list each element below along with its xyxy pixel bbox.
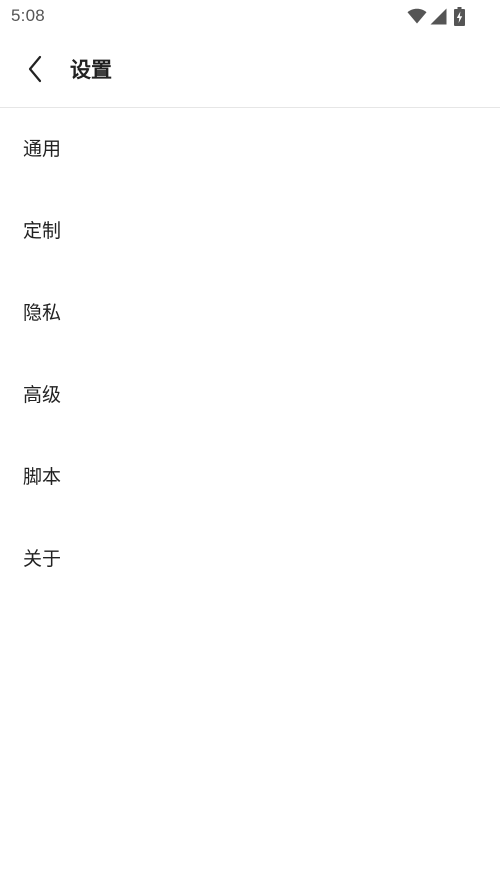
menu-item-privacy[interactable]: 隐私 — [0, 272, 500, 354]
back-button[interactable] — [14, 48, 56, 94]
menu-item-label: 通用 — [23, 138, 62, 160]
wifi-icon — [407, 8, 427, 24]
status-icons — [407, 6, 465, 26]
status-time: 5:08 — [11, 6, 45, 25]
settings-menu-list: 通用 定制 隐私 高级 脚本 关于 — [0, 108, 500, 600]
battery-charging-icon — [454, 6, 465, 26]
settings-screen: 5:08 设置 通用 定制 隐私 高级 脚本 关于 — [0, 0, 500, 889]
chevron-left-icon — [27, 55, 43, 87]
menu-item-customize[interactable]: 定制 — [0, 190, 500, 272]
menu-item-about[interactable]: 关于 — [0, 518, 500, 600]
page-title: 设置 — [70, 58, 112, 82]
menu-item-scripts[interactable]: 脚本 — [0, 436, 500, 518]
menu-item-label: 隐私 — [23, 302, 62, 324]
menu-item-label: 关于 — [23, 548, 62, 570]
menu-item-label: 定制 — [23, 220, 62, 242]
menu-item-advanced[interactable]: 高级 — [0, 354, 500, 436]
menu-item-general[interactable]: 通用 — [0, 108, 500, 190]
signal-icon — [430, 8, 447, 25]
menu-item-label: 脚本 — [23, 466, 62, 488]
status-bar: 5:08 — [0, 0, 500, 34]
menu-item-label: 高级 — [23, 384, 62, 406]
app-bar: 设置 — [0, 34, 500, 108]
